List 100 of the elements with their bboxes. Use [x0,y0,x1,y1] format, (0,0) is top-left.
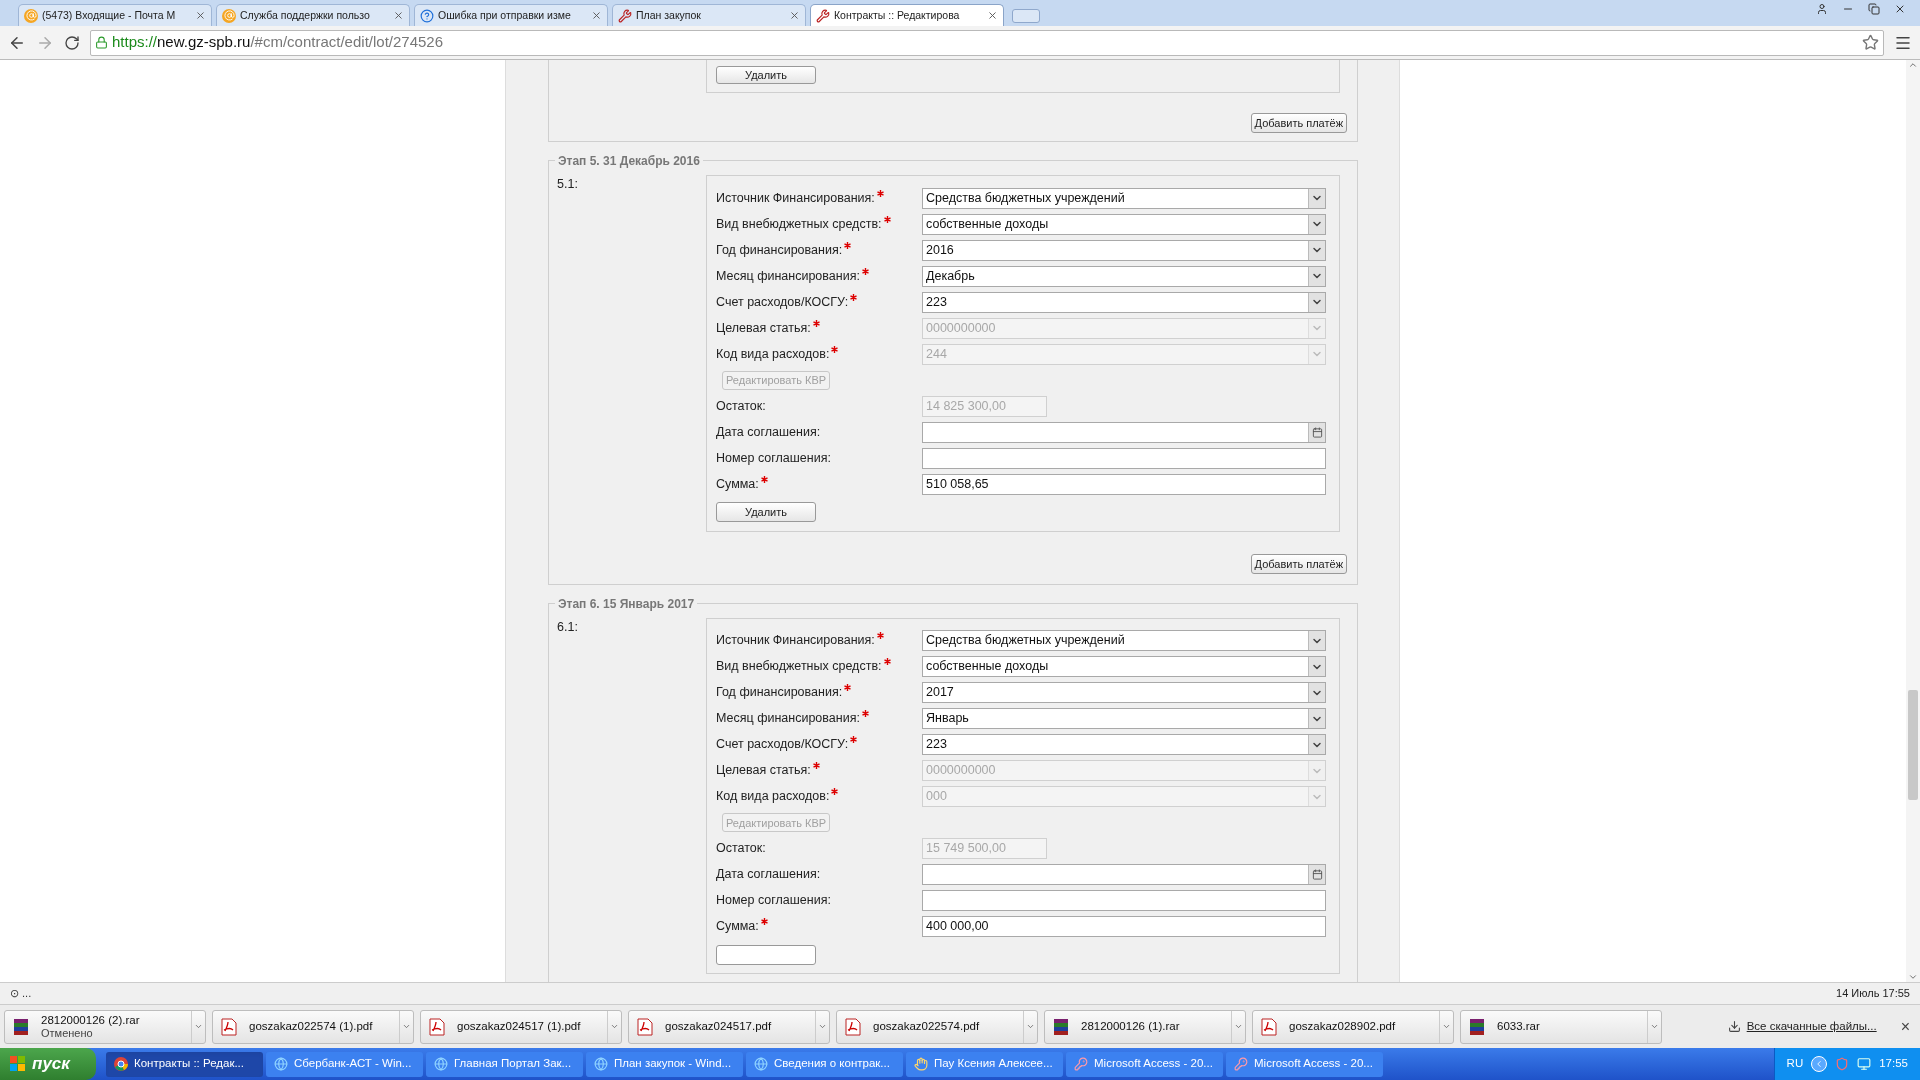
field-label: Остаток: [716,397,766,415]
select-field[interactable]: Декабрь [922,265,1326,287]
field-label: Номер соглашения: [716,449,831,467]
all-downloads-link[interactable]: Все скачанные файлы... [1746,1017,1877,1036]
download-item[interactable]: goszakaz024517 (1).pdf [420,1009,622,1044]
caret-icon[interactable] [194,1022,203,1031]
close-tab-icon[interactable] [195,10,206,21]
select-field[interactable]: собственные доходы [922,213,1326,235]
scrollbar-thumb[interactable] [1908,690,1918,800]
field-label: Код вида расходов: [716,345,830,363]
select-field[interactable]: Средства бюджетных учреждений [922,630,1326,652]
caret-icon[interactable] [1026,1022,1035,1031]
pdf-icon [637,1017,653,1036]
scrollbar[interactable] [1906,60,1920,982]
pdf-icon [221,1017,237,1036]
date-field[interactable] [922,864,1326,886]
restore-icon[interactable] [1868,3,1880,15]
browser-icon [434,1057,448,1071]
delete-button[interactable]: Удалить [716,66,816,84]
start-button[interactable]: пуск [0,1048,96,1080]
download-item[interactable]: 2812000126 (2).rar Отменено [4,1009,206,1044]
lock-icon [95,36,108,49]
input-field[interactable] [922,890,1326,912]
pdf-icon [429,1017,445,1036]
taskbar-button[interactable]: План закупок - Wind... [586,1051,743,1077]
select-field[interactable]: 2016 [922,239,1326,261]
browser-tab[interactable]: (5473) Входящие - Почта М [18,4,212,26]
field-label: Сумма: [716,475,759,493]
taskbar-button[interactable]: Microsoft Access - 20... [1066,1051,1223,1077]
taskbar-button[interactable]: Контракты :: Редак... [106,1051,263,1077]
pdf-icon [845,1017,861,1036]
windows-logo-icon [10,1056,26,1072]
file-name: goszakaz024517 (1).pdf [457,1020,582,1033]
select-field[interactable]: 223 [922,734,1326,756]
select-field[interactable]: Средства бюджетных учреждений [922,187,1326,209]
download-icon [1727,1020,1741,1033]
select-field[interactable]: собственные доходы [922,656,1326,678]
add-payment-button[interactable]: Добавить платёж [1250,113,1347,133]
file-name: 2812000126 (2).rar [41,1013,141,1027]
delete-button[interactable] [716,944,816,965]
taskbar-button[interactable]: Главная Портал Зак... [426,1051,583,1077]
clock: 17:55 [1879,1056,1908,1072]
browser-tab[interactable]: Контракты :: Редактирова [810,4,1004,26]
select-field[interactable]: 223 [922,291,1326,313]
address-bar[interactable]: https://new.gz-spb.ru/#cm/contract/edit/lot/274526 [90,29,1884,56]
caret-icon[interactable] [818,1022,827,1031]
caret-icon[interactable] [610,1022,619,1031]
browser-tab[interactable]: Служба поддержки пользо [216,4,410,26]
new-tab-button[interactable] [1012,9,1040,23]
bookmark-star-icon[interactable] [1862,34,1879,51]
browser-tab[interactable]: Ошибка при отправки изме [414,4,608,26]
caret-icon[interactable] [1234,1022,1243,1031]
scroll-down-icon[interactable] [1908,972,1918,982]
payment-number: 6.1: [556,618,579,636]
input-field[interactable]: 510 058,65 [922,473,1326,495]
file-name: goszakaz024517.pdf [665,1020,773,1033]
caret-icon[interactable] [1442,1022,1451,1031]
input-field[interactable] [922,447,1326,469]
download-item[interactable]: goszakaz028902.pdf [1252,1009,1454,1044]
taskbar-button[interactable]: Сбербанк-АСТ - Win... [266,1051,423,1077]
scroll-up-icon[interactable] [1908,60,1918,70]
download-item[interactable]: goszakaz024517.pdf [628,1009,830,1044]
field-label: Месяц финансирования: [716,267,860,285]
select-field[interactable]: Январь [922,708,1326,730]
user-icon[interactable] [1816,3,1828,15]
select-field[interactable]: 2017 [922,682,1326,704]
archive-icon [13,1017,29,1036]
taskbar-button[interactable]: Пау Ксения Алексее... [906,1051,1063,1077]
input-field[interactable]: 400 000,00 [922,916,1326,938]
browser-tab[interactable]: План закупок [612,4,806,26]
caret-icon[interactable] [1650,1022,1659,1031]
taskbar-button[interactable]: Microsoft Access - 20... [1226,1051,1383,1077]
download-item[interactable]: 6033.rar [1460,1009,1662,1044]
caret-icon[interactable] [402,1022,411,1031]
download-item[interactable]: goszakaz022574 (1).pdf [212,1009,414,1044]
close-tab-icon[interactable] [987,10,998,21]
close-tab-icon[interactable] [789,10,800,21]
close-downloads-button[interactable]: × [1900,1014,1910,1039]
add-payment-button[interactable]: Добавить платёж [1250,553,1347,574]
close-icon[interactable] [1894,3,1906,15]
field-label: Источник Финансирования: [716,632,875,650]
field-label: Целевая статья: [716,762,811,780]
close-tab-icon[interactable] [591,10,602,21]
field-label: Источник Финансирования: [716,189,875,207]
delete-button[interactable]: Удалить [716,502,816,522]
taskbar-button[interactable]: Сведения о контрак... [746,1051,903,1077]
reload-icon[interactable] [64,34,80,51]
download-status: Отменено [41,1026,94,1040]
download-item[interactable]: 2812000126 (1).rar [1044,1009,1246,1044]
field-label: Год финансирования: [716,684,843,702]
field-label: Вид внебюджетных средств: [716,215,882,233]
key-icon [1234,1057,1248,1071]
calendar-icon [1311,426,1323,438]
network-icon[interactable] [1857,1057,1872,1071]
question-icon [420,8,434,23]
date-field[interactable] [922,421,1326,443]
field-label: Год финансирования: [716,241,843,259]
close-tab-icon[interactable] [393,10,404,21]
calendar-icon [1311,869,1323,881]
download-item[interactable]: goszakaz022574.pdf [836,1009,1038,1044]
